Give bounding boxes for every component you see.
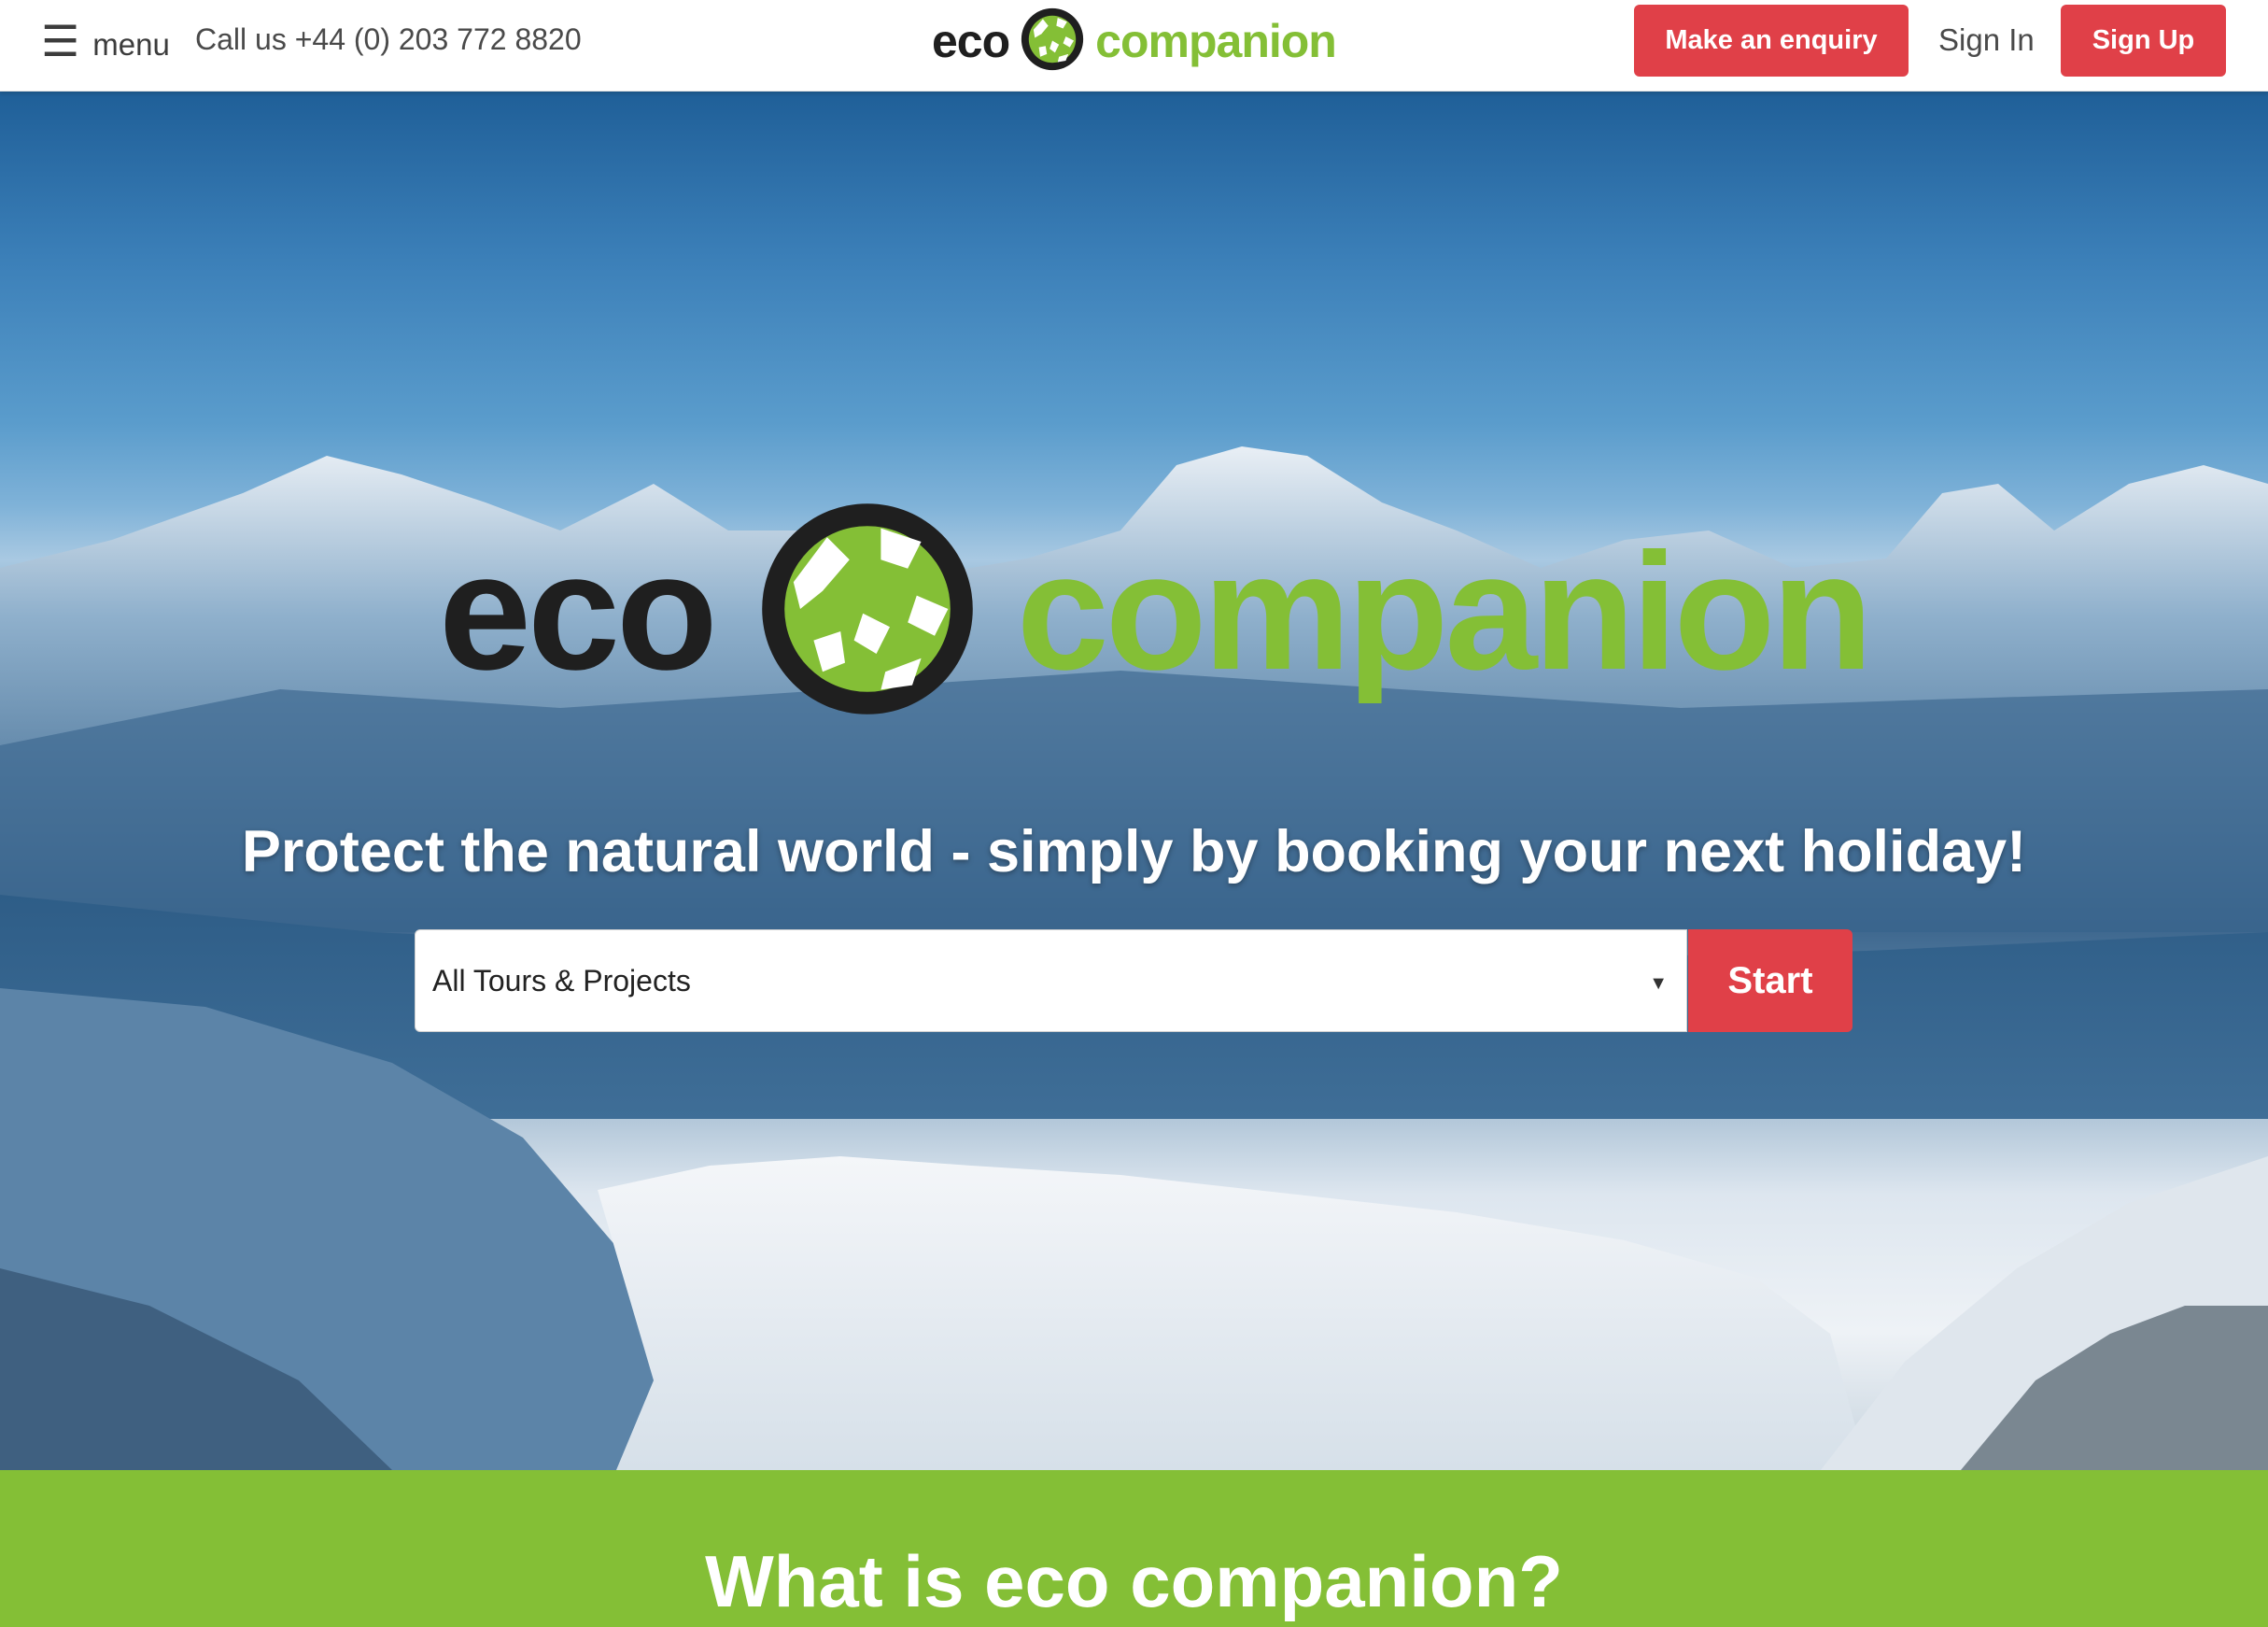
dropdown-caret-icon: ▼ bbox=[1649, 973, 1668, 994]
sign-up-button[interactable]: Sign Up bbox=[2061, 5, 2226, 77]
hero-section: eco companion Protect the natural world … bbox=[0, 92, 2268, 1470]
hero-logo-word-companion: companion bbox=[1016, 517, 1873, 704]
about-section: What is eco companion? bbox=[0, 1470, 2268, 1627]
hero-logo-word-eco: eco bbox=[439, 517, 718, 704]
tour-type-select[interactable]: All Tours & Projects ▼ bbox=[415, 929, 1687, 1032]
make-enquiry-button[interactable]: Make an enquiry bbox=[1634, 5, 1909, 77]
menu-button[interactable]: ☰ menu bbox=[41, 15, 170, 67]
hamburger-icon: ☰ bbox=[41, 17, 80, 65]
phone-number[interactable]: Call us +44 (0) 203 772 8820 bbox=[195, 22, 582, 57]
start-button[interactable]: Start bbox=[1688, 929, 1852, 1032]
logo-word-eco: eco bbox=[932, 15, 1010, 67]
hero-globe-logo-icon bbox=[755, 497, 979, 726]
mountain-background-image bbox=[0, 446, 2268, 1470]
sign-in-link[interactable]: Sign In bbox=[1938, 22, 2035, 58]
globe-logo-icon bbox=[1019, 6, 1086, 78]
hero-logo: eco companion bbox=[439, 497, 1873, 726]
tour-type-selected-value: All Tours & Projects bbox=[432, 963, 691, 997]
site-logo[interactable]: eco companion bbox=[932, 6, 1337, 78]
logo-word-companion: companion bbox=[1095, 15, 1337, 67]
about-section-title: What is eco companion? bbox=[705, 1540, 1563, 1622]
hero-tagline: Protect the natural world - simply by bo… bbox=[241, 819, 2027, 884]
top-navigation-bar: ☰ menu Call us +44 (0) 203 772 8820 eco … bbox=[0, 0, 2268, 92]
menu-label: menu bbox=[92, 27, 170, 62]
